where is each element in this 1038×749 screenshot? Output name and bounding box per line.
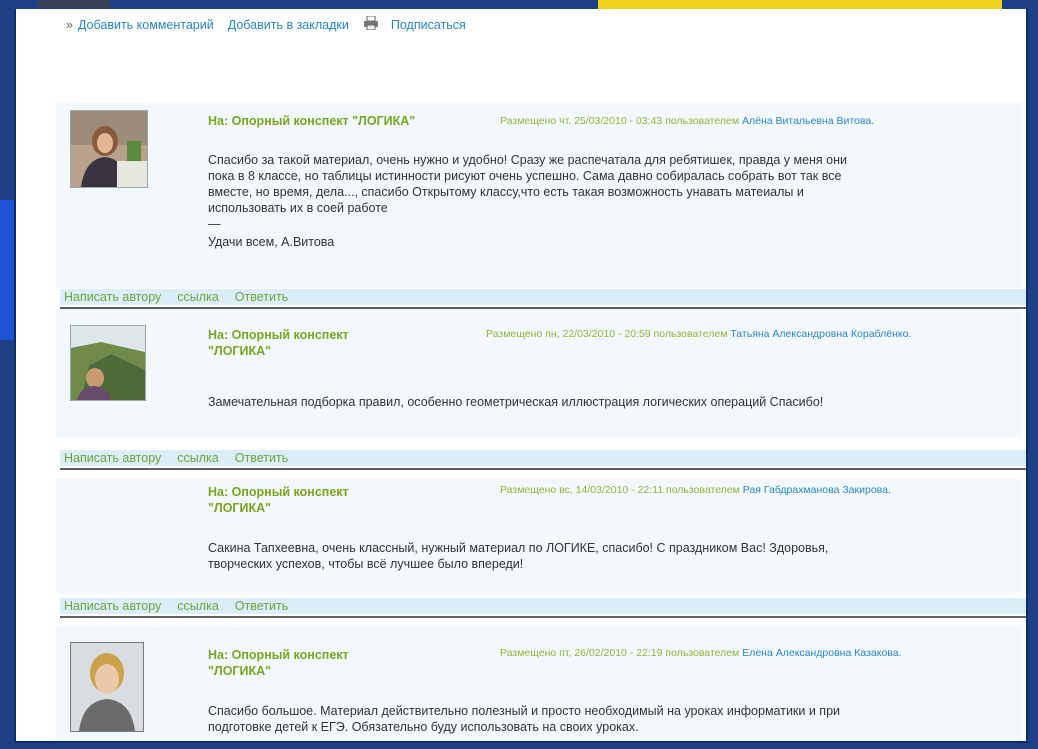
text-line: Сакина Тапхеевна, очень классный, нужный… <box>208 541 829 555</box>
comment-title[interactable]: На: Опорный конспект "ЛОГИКА" <box>208 484 398 516</box>
comments-panel: » Добавить комментарий Добавить в закладки… <box>14 9 1028 743</box>
posted-info: Размещено вс, 14/03/2010 - 22:11 пользов… <box>500 484 740 496</box>
slide-decoration-top-right <box>598 0 1002 9</box>
author-link[interactable]: Алёна Витальевна Витова. <box>742 115 874 127</box>
signature-dash: — <box>208 217 221 231</box>
permalink-link[interactable]: ссылка <box>177 290 218 304</box>
write-author-link[interactable]: Написать автору <box>64 290 161 304</box>
avatar <box>70 325 146 401</box>
add-comment-link[interactable]: Добавить комментарий <box>78 18 214 32</box>
posted-info: Размещено пн, 22/03/2010 - 20:59 пользов… <box>486 328 728 340</box>
reply-link[interactable]: Ответить <box>235 290 288 304</box>
comment-meta: Размещено пн, 22/03/2010 - 20:59 пользов… <box>486 327 1006 342</box>
avatar <box>70 110 148 188</box>
comment-actions: Написать автору ссылка Ответить <box>60 289 1026 305</box>
text-line: вместе, но время, дела..., спасибо Откры… <box>208 185 804 199</box>
comment-meta: Размещено вс, 14/03/2010 - 22:11 пользов… <box>500 483 1000 498</box>
avatar <box>70 642 144 732</box>
comment-text: Замечательная подборка правил, особенно … <box>208 394 1010 410</box>
permalink-link[interactable]: ссылка <box>177 599 218 613</box>
separator <box>60 616 1026 618</box>
text-line: подготовке детей к ЕГЭ. Обязательно буду… <box>208 720 639 734</box>
write-author-link[interactable]: Написать автору <box>64 599 161 613</box>
comment-text: Спасибо за такой материал, очень нужно и… <box>208 152 1010 250</box>
comment-meta: Размещено пт, 26/02/2010 - 22:19 пользов… <box>500 646 1000 661</box>
comment-title[interactable]: На: Опорный конспект "ЛОГИКА" <box>208 327 398 359</box>
text-line: Спасибо за такой материал, очень нужно и… <box>208 153 848 167</box>
printer-icon[interactable] <box>363 15 379 33</box>
text-line: использовать их в соей работе <box>208 201 388 215</box>
reply-link[interactable]: Ответить <box>235 599 288 613</box>
slide-decoration-top-left <box>38 0 110 8</box>
comment-meta: Размещено чт, 25/03/2010 - 03:43 пользов… <box>500 114 874 129</box>
author-link[interactable]: Елена Александровна Казакова. <box>742 647 901 659</box>
text-line: пока в 8 классе, но таблицы истинности р… <box>208 169 842 183</box>
text-line: творческих успехов, чтобы всё лучшее был… <box>208 557 524 571</box>
posted-info: Размещено пт, 26/02/2010 - 22:19 пользов… <box>500 647 740 659</box>
author-link[interactable]: Татьяна Александровна Кораблёнко. <box>730 328 911 340</box>
comment-actions: Написать автору ссылка Ответить <box>60 598 1026 614</box>
separator <box>60 468 1026 470</box>
node-links: » Добавить комментарий Добавить в закладки… <box>66 15 480 34</box>
author-link[interactable]: Рая Габдрахманова Закирова. <box>743 484 891 496</box>
posted-info: Размещено чт, 25/03/2010 - 03:43 пользов… <box>500 115 740 127</box>
write-author-link[interactable]: Написать автору <box>64 451 161 465</box>
add-bookmark-link[interactable]: Добавить в закладки <box>228 18 349 32</box>
comment-title[interactable]: На: Опорный конспект "ЛОГИКА" <box>208 113 478 129</box>
text-line: Замечательная подборка правил, особенно … <box>208 395 824 409</box>
comment-text: Сакина Тапхеевна, очень классный, нужный… <box>208 540 1010 572</box>
signature: Удачи всем, А.Витова <box>208 235 335 249</box>
comment-text: Спасибо большое. Материал действительно … <box>208 703 1010 735</box>
subscribe-link[interactable]: Подписаться <box>391 18 466 32</box>
arrow-glyph: » <box>66 17 73 32</box>
comment-actions: Написать автору ссылка Ответить <box>60 450 1026 466</box>
comment-title[interactable]: На: Опорный конспект "ЛОГИКА" <box>208 647 398 679</box>
permalink-link[interactable]: ссылка <box>177 451 218 465</box>
reply-link[interactable]: Ответить <box>235 451 288 465</box>
text-line: Спасибо большое. Материал действительно … <box>208 704 841 718</box>
